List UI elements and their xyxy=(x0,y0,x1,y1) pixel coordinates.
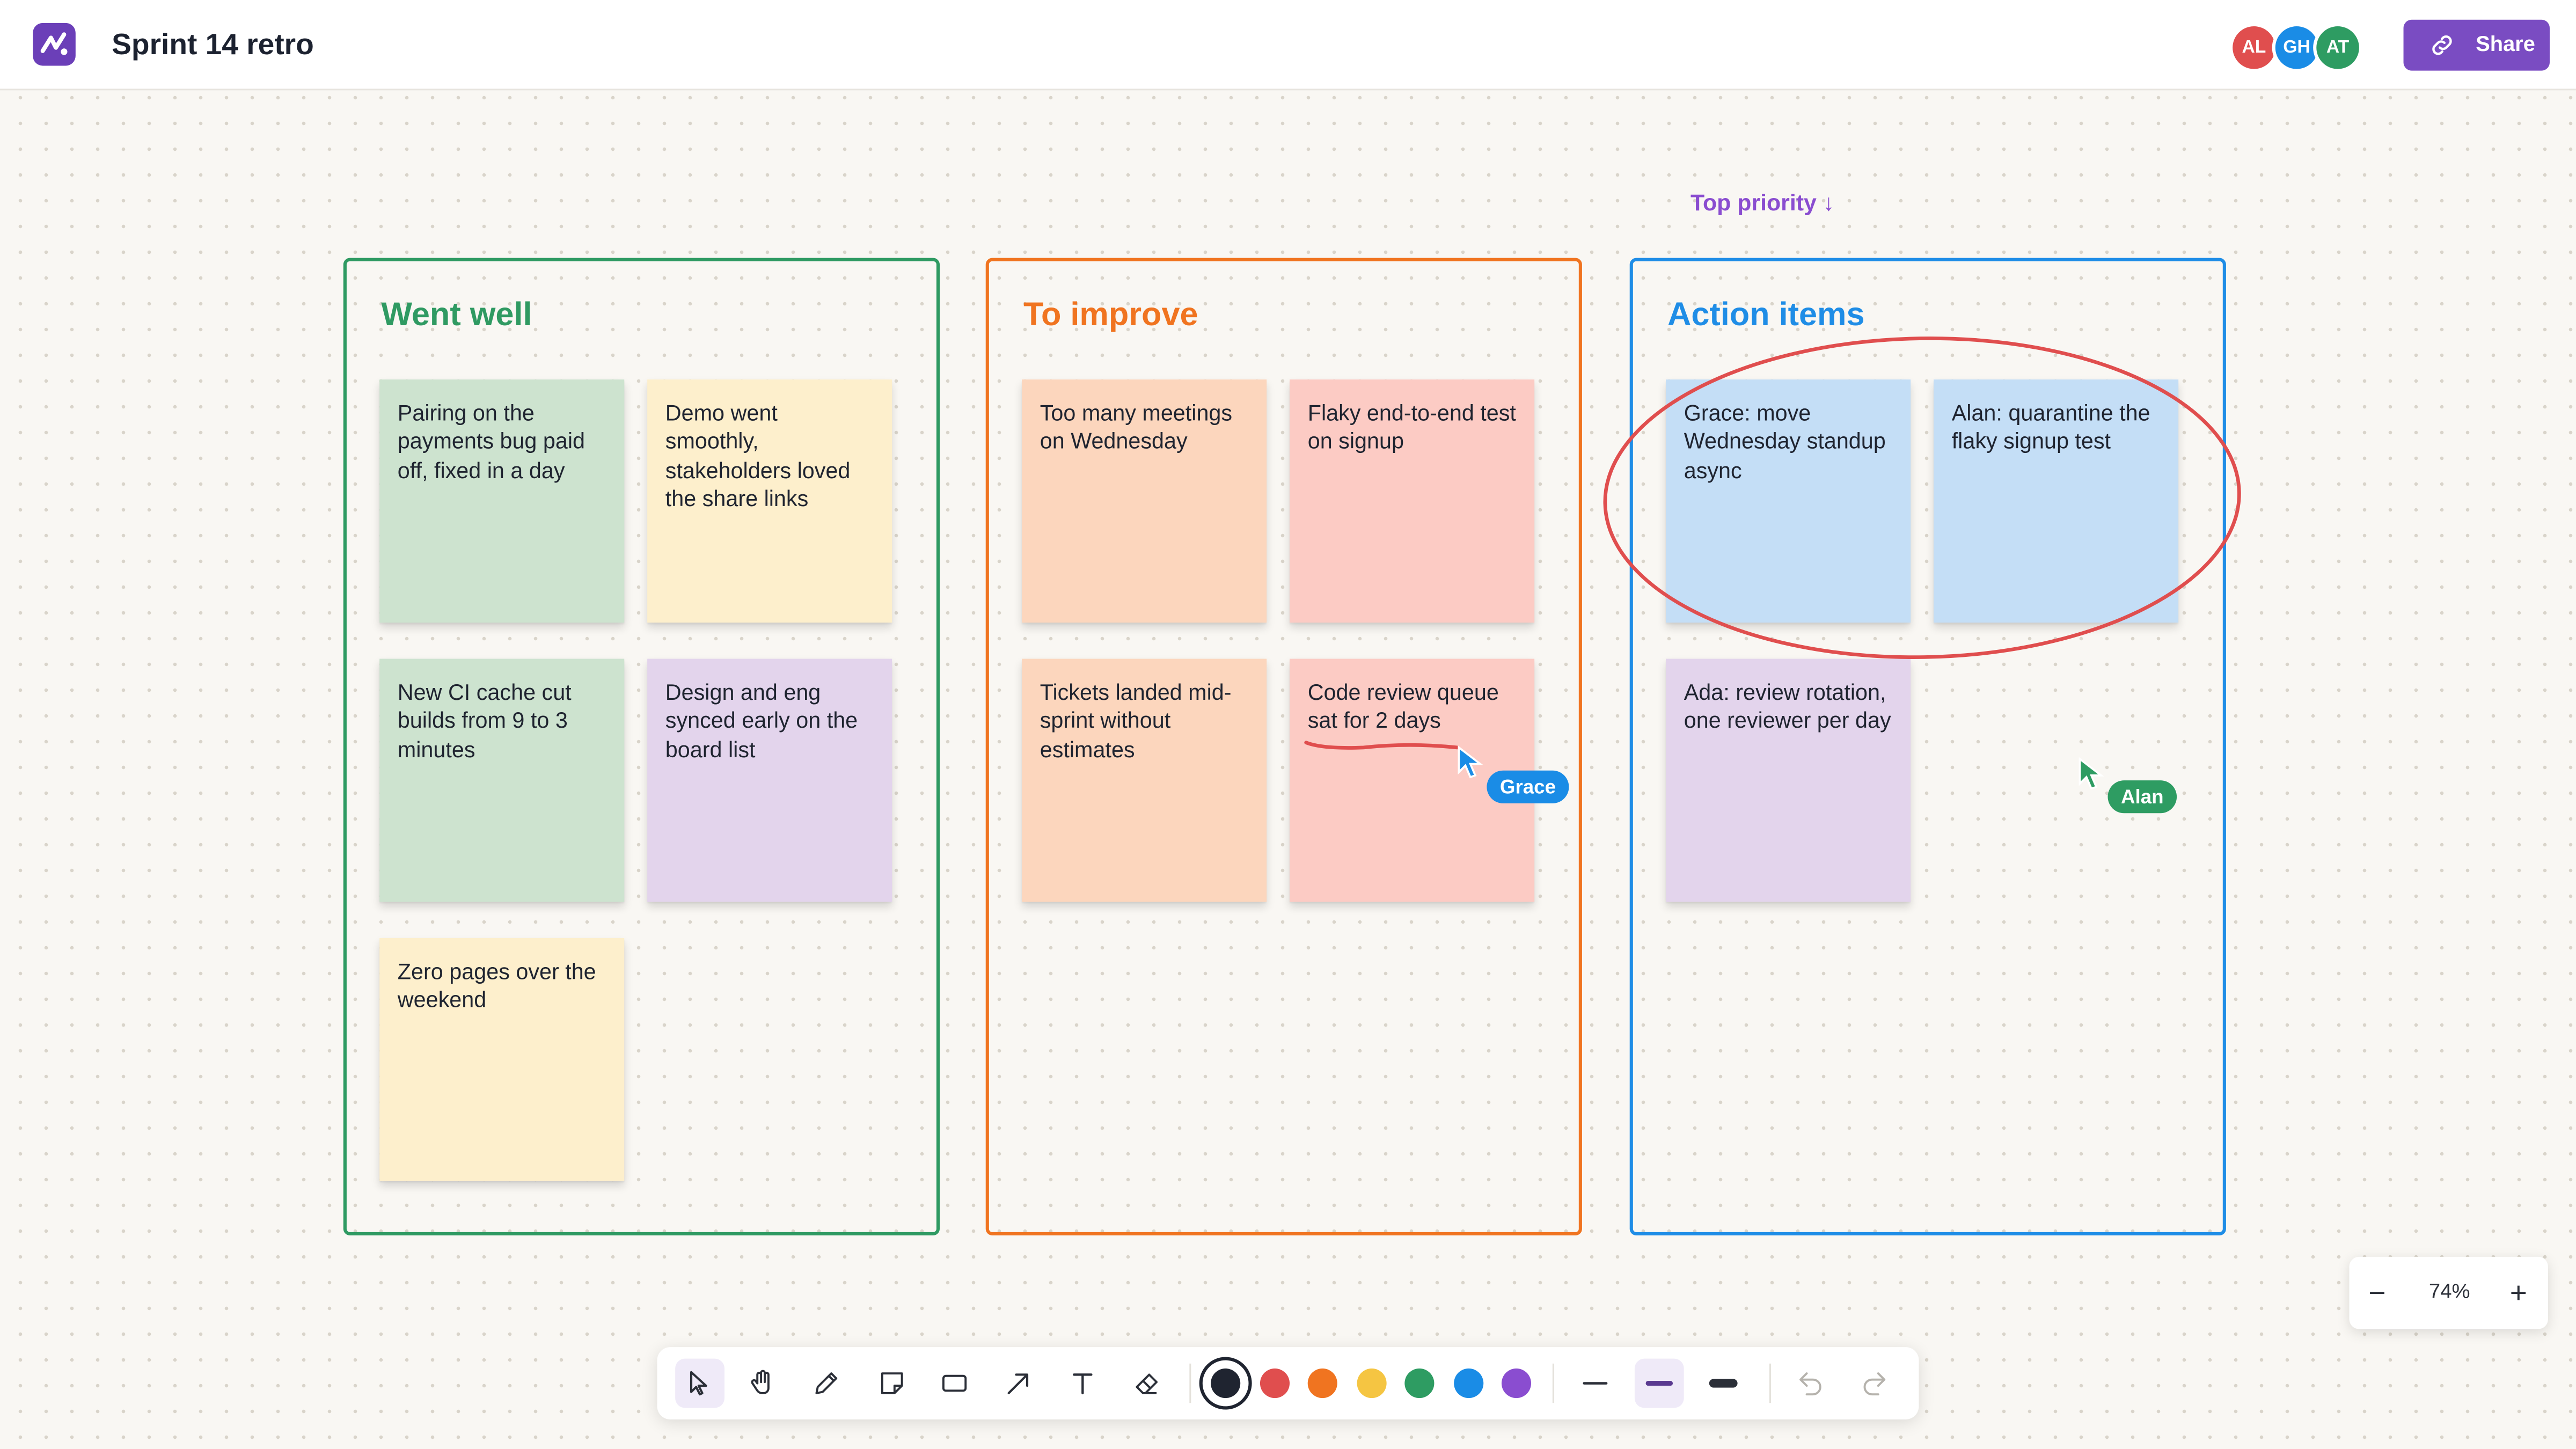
rectangle-icon xyxy=(942,1374,967,1392)
redo-button[interactable] xyxy=(1850,1359,1899,1408)
color-swatch-orange[interactable] xyxy=(1307,1368,1337,1399)
color-swatch-green[interactable] xyxy=(1404,1368,1435,1399)
sticky-note-tool-button[interactable] xyxy=(867,1359,917,1408)
stroke-medium-icon xyxy=(1645,1380,1673,1386)
sticky-note-icon xyxy=(881,1372,903,1394)
alan-cursor-icon xyxy=(2079,757,2104,790)
zoom-control: − 74% + xyxy=(2349,1256,2548,1329)
stroke-thick-icon xyxy=(1709,1379,1738,1388)
toolbar-divider xyxy=(1552,1363,1554,1403)
arrow-icon xyxy=(1007,1373,1029,1394)
rectangle-tool-button[interactable] xyxy=(930,1359,979,1408)
eraser-tool-button[interactable] xyxy=(1122,1359,1172,1408)
stroke-thin-button[interactable] xyxy=(1571,1359,1620,1408)
color-swatch-black[interactable] xyxy=(1211,1368,1241,1399)
toolbar-divider xyxy=(1769,1363,1771,1403)
redo-icon xyxy=(1863,1372,1886,1396)
select-tool-button[interactable] xyxy=(675,1358,724,1408)
stroke-medium-button[interactable] xyxy=(1634,1358,1684,1408)
zoom-out-button[interactable]: − xyxy=(2361,1273,2394,1312)
stroke-thin-icon xyxy=(1583,1382,1608,1385)
arrow-tool-button[interactable] xyxy=(994,1359,1043,1408)
cursor-arrow-icon xyxy=(690,1371,707,1396)
hand-icon xyxy=(751,1370,770,1394)
grace-cursor-icon xyxy=(1458,745,1483,779)
color-swatch-blue[interactable] xyxy=(1454,1368,1484,1399)
text-tool-button[interactable] xyxy=(1058,1359,1107,1408)
grace-cursor-label: Grace xyxy=(1487,770,1569,803)
stroke-thick-button[interactable] xyxy=(1699,1359,1748,1408)
color-swatch-red[interactable] xyxy=(1260,1368,1290,1399)
drawing-toolbar xyxy=(657,1347,1919,1419)
color-swatch-yellow[interactable] xyxy=(1357,1368,1387,1399)
zoom-level: 74% xyxy=(2428,1279,2470,1303)
pen-tool-button[interactable] xyxy=(802,1359,851,1408)
drawing-layer xyxy=(1304,333,2242,750)
pencil-icon xyxy=(815,1372,838,1394)
text-icon xyxy=(1073,1373,1093,1395)
undo-button[interactable] xyxy=(1786,1359,1835,1408)
eraser-icon xyxy=(1136,1373,1158,1394)
red-underline-annotation[interactable] xyxy=(1304,741,1459,750)
color-swatch-purple[interactable] xyxy=(1501,1368,1532,1399)
red-circle-annotation[interactable] xyxy=(1602,333,2242,662)
hand-tool-button[interactable] xyxy=(737,1359,787,1408)
undo-icon xyxy=(1799,1372,1821,1396)
toolbar-divider xyxy=(1189,1363,1191,1403)
alan-cursor-label: Alan xyxy=(2107,780,2177,814)
zoom-in-button[interactable]: + xyxy=(2502,1273,2535,1312)
